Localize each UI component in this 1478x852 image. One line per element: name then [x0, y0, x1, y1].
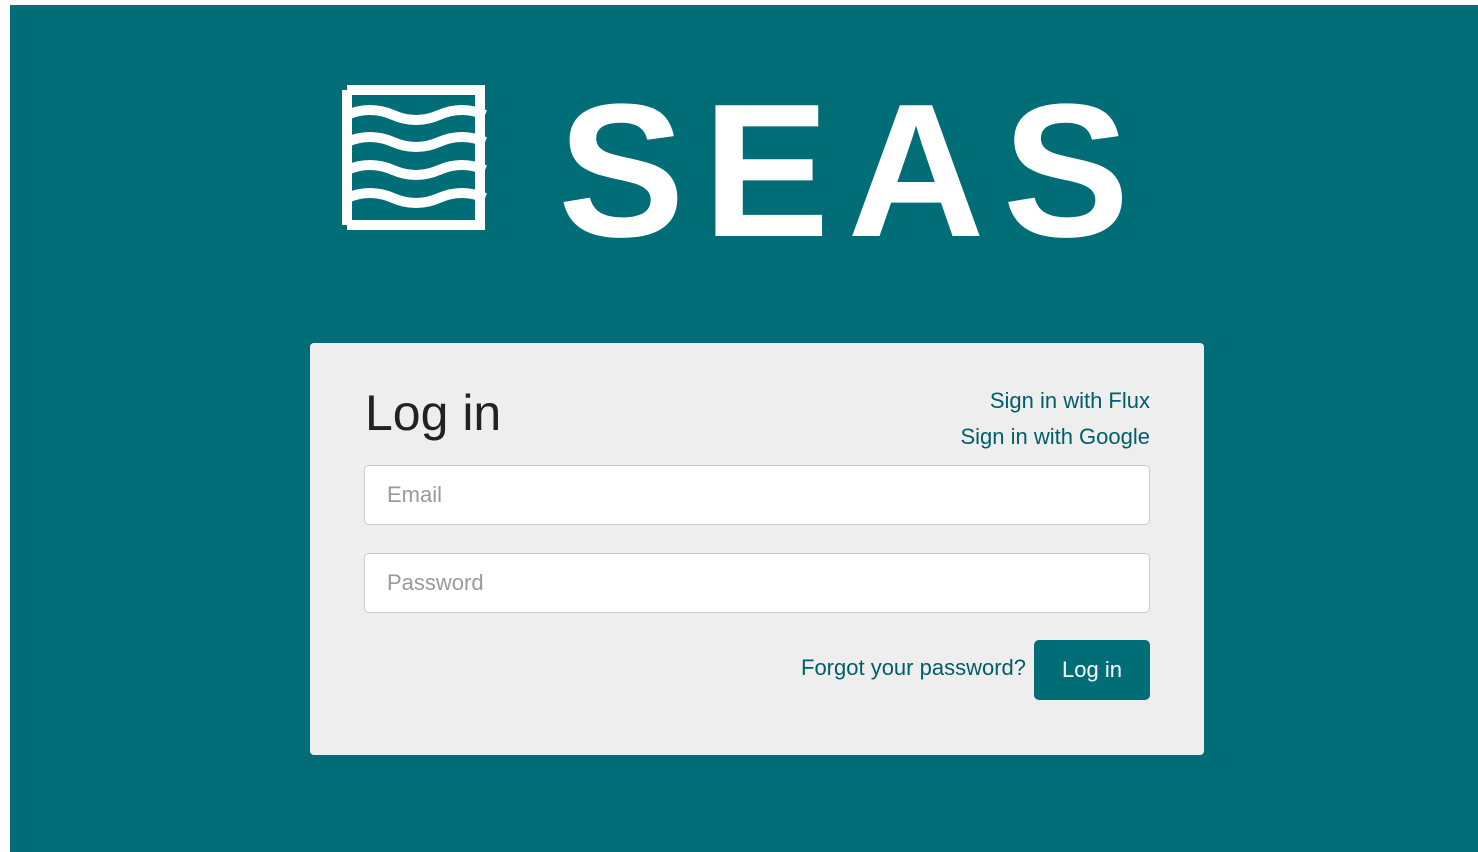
seas-logo: SEAS: [330, 60, 1180, 250]
seas-wave-icon: [342, 85, 487, 230]
forgot-password-link[interactable]: Forgot your password?: [801, 655, 1026, 681]
password-field[interactable]: [364, 553, 1150, 613]
single-sign-on-links: Sign in with Flux Sign in with Google: [960, 383, 1150, 455]
email-field[interactable]: [364, 465, 1150, 525]
sign-in-with-flux-link[interactable]: Sign in with Flux: [960, 383, 1150, 419]
login-title: Log in: [365, 385, 502, 441]
sign-in-with-google-link[interactable]: Sign in with Google: [960, 419, 1150, 455]
log-in-button[interactable]: Log in: [1034, 640, 1150, 700]
seas-wordmark: SEAS: [558, 65, 1147, 250]
login-panel: Log in Sign in with Flux Sign in with Go…: [310, 343, 1204, 755]
